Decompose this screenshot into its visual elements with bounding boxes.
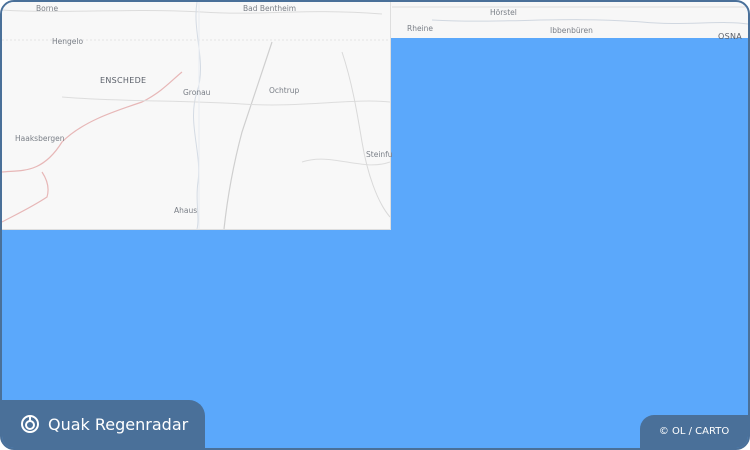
place-label: Ibbenbüren <box>550 26 593 35</box>
place-label: ENSCHEDE <box>100 76 146 85</box>
radar-target-icon <box>20 414 40 434</box>
basemap: Borne Bad Bentheim Hörstel Rheine Ibbenb… <box>2 2 748 230</box>
place-label: Hörstel <box>490 8 517 17</box>
place-label: Steinfu <box>366 150 393 159</box>
brand-badge: Quak Regenradar <box>2 400 205 448</box>
road <box>223 41 273 230</box>
road <box>341 51 391 218</box>
brand-title: Quak Regenradar <box>48 414 189 434</box>
map-frame[interactable]: Borne Bad Bentheim Hörstel Rheine Ibbenb… <box>0 0 750 450</box>
place-label: OSNA <box>718 32 742 41</box>
border-line <box>2 171 49 223</box>
place-label: Borne <box>36 4 58 13</box>
place-label: Ochtrup <box>269 86 300 95</box>
border-line <box>2 71 183 173</box>
road <box>2 9 383 15</box>
road <box>301 158 391 166</box>
map-attribution[interactable]: © OL / CARTO <box>640 415 748 448</box>
place-label: Bad Bentheim <box>243 4 296 13</box>
place-label: Gronau <box>183 88 211 97</box>
place-label: Hengelo <box>52 37 83 46</box>
place-label: Rheine <box>407 24 433 33</box>
river <box>431 19 748 25</box>
place-label: Ahaus <box>174 206 197 215</box>
road <box>61 96 391 106</box>
place-label: Haaksbergen <box>15 134 65 143</box>
attribution-text[interactable]: © OL / CARTO <box>659 426 729 437</box>
